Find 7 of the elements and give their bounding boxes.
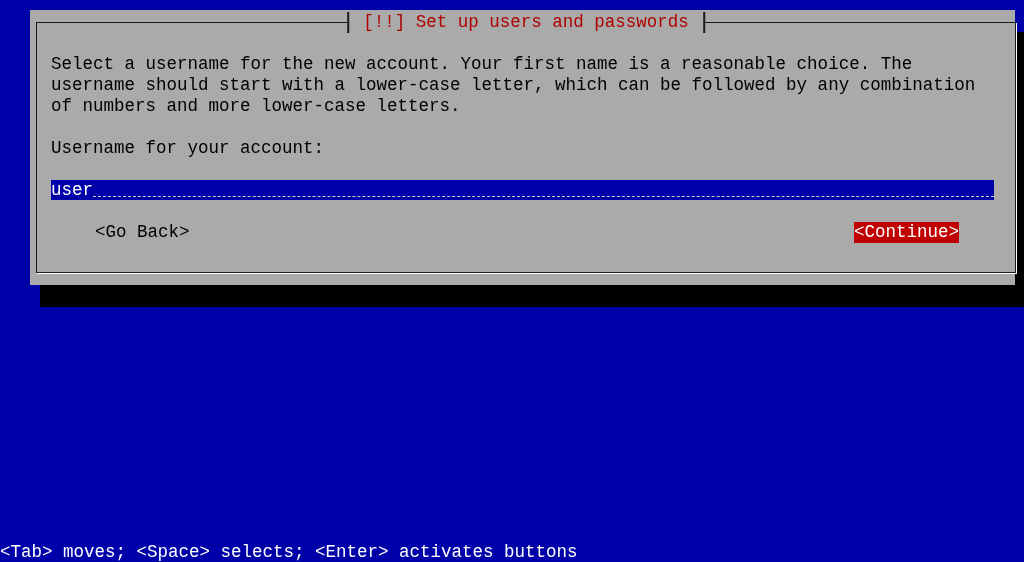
help-line: <Tab> moves; <Space> selects; <Enter> activates buttons bbox=[0, 542, 579, 562]
description-text: Select a username for the new account. Your first name is a reasonable choice. The username should start with a lower-case letter, which can be followed by any combination of numbers and more lower-case letters. bbox=[51, 54, 977, 117]
field-label: Username for your account: bbox=[51, 138, 326, 159]
selected-button[interactable]: <Continue> bbox=[853, 222, 959, 243]
dialog-title: [!!] Set up users and passwords bbox=[347, 12, 705, 33]
username-field[interactable]: user bbox=[51, 180, 994, 200]
dialog-button[interactable]: <Go Back> bbox=[95, 222, 190, 243]
